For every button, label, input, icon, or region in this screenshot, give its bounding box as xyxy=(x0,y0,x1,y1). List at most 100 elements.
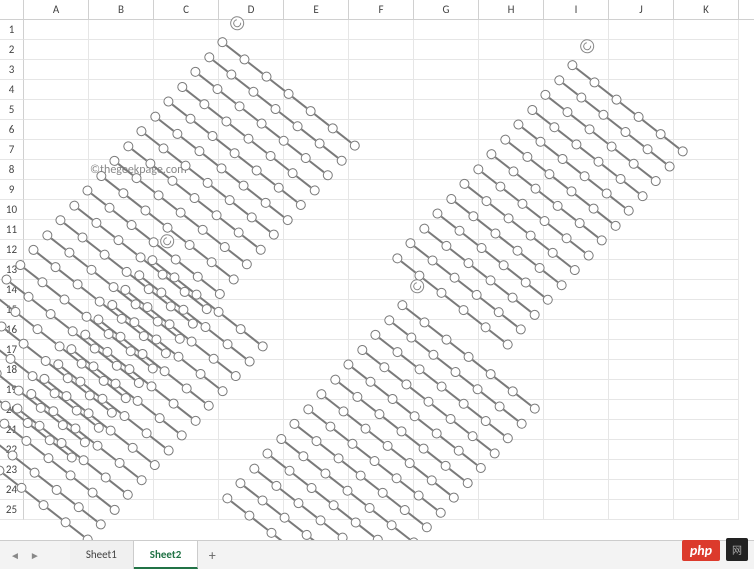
cell-H18[interactable] xyxy=(479,360,544,380)
cell-K5[interactable] xyxy=(674,100,739,120)
cell-C17[interactable] xyxy=(154,340,219,360)
cell-G15[interactable] xyxy=(414,300,479,320)
cell-B4[interactable] xyxy=(89,80,154,100)
cell-B13[interactable] xyxy=(89,260,154,280)
cell-E3[interactable] xyxy=(284,60,349,80)
cell-G3[interactable] xyxy=(414,60,479,80)
cell-K7[interactable] xyxy=(674,140,739,160)
cell-B3[interactable] xyxy=(89,60,154,80)
cell-I24[interactable] xyxy=(544,480,609,500)
cell-E22[interactable] xyxy=(284,440,349,460)
cell-H9[interactable] xyxy=(479,180,544,200)
cell-B6[interactable] xyxy=(89,120,154,140)
cell-D24[interactable] xyxy=(219,480,284,500)
cell-B18[interactable] xyxy=(89,360,154,380)
column-header-B[interactable]: B xyxy=(89,0,154,19)
cell-I13[interactable] xyxy=(544,260,609,280)
cell-G16[interactable] xyxy=(414,320,479,340)
cell-J9[interactable] xyxy=(609,180,674,200)
cell-E2[interactable] xyxy=(284,40,349,60)
cell-K11[interactable] xyxy=(674,220,739,240)
cell-F4[interactable] xyxy=(349,80,414,100)
cell-A22[interactable] xyxy=(24,440,89,460)
cell-I1[interactable] xyxy=(544,20,609,40)
cell-K6[interactable] xyxy=(674,120,739,140)
cell-A10[interactable] xyxy=(24,200,89,220)
cell-G11[interactable] xyxy=(414,220,479,240)
cell-I18[interactable] xyxy=(544,360,609,380)
cell-G20[interactable] xyxy=(414,400,479,420)
cell-F18[interactable] xyxy=(349,360,414,380)
column-header-D[interactable]: D xyxy=(219,0,284,19)
cell-D1[interactable] xyxy=(219,20,284,40)
cell-E15[interactable] xyxy=(284,300,349,320)
cell-J16[interactable] xyxy=(609,320,674,340)
cell-B8[interactable] xyxy=(89,160,154,180)
cell-C18[interactable] xyxy=(154,360,219,380)
cell-A2[interactable] xyxy=(24,40,89,60)
cell-B25[interactable] xyxy=(89,500,154,520)
cell-C21[interactable] xyxy=(154,420,219,440)
connector-line[interactable] xyxy=(359,525,374,537)
cell-B12[interactable] xyxy=(89,240,154,260)
cell-J4[interactable] xyxy=(609,80,674,100)
cell-C1[interactable] xyxy=(154,20,219,40)
cell-I20[interactable] xyxy=(544,400,609,420)
cell-H15[interactable] xyxy=(479,300,544,320)
cell-E17[interactable] xyxy=(284,340,349,360)
cell-J20[interactable] xyxy=(609,400,674,420)
cell-F5[interactable] xyxy=(349,100,414,120)
cell-G25[interactable] xyxy=(414,500,479,520)
cell-H4[interactable] xyxy=(479,80,544,100)
cell-H3[interactable] xyxy=(479,60,544,80)
cell-F2[interactable] xyxy=(349,40,414,60)
cell-E7[interactable] xyxy=(284,140,349,160)
cell-A24[interactable] xyxy=(24,480,89,500)
cell-K21[interactable] xyxy=(674,420,739,440)
cell-C13[interactable] xyxy=(154,260,219,280)
cell-E19[interactable] xyxy=(284,380,349,400)
cell-D19[interactable] xyxy=(219,380,284,400)
cell-C11[interactable] xyxy=(154,220,219,240)
cell-G7[interactable] xyxy=(414,140,479,160)
cell-A5[interactable] xyxy=(24,100,89,120)
cell-B24[interactable] xyxy=(89,480,154,500)
cell-K10[interactable] xyxy=(674,200,739,220)
cell-D9[interactable] xyxy=(219,180,284,200)
cell-K2[interactable] xyxy=(674,40,739,60)
cell-E5[interactable] xyxy=(284,100,349,120)
cell-A4[interactable] xyxy=(24,80,89,100)
cell-H11[interactable] xyxy=(479,220,544,240)
row-header-3[interactable]: 3 xyxy=(0,60,24,80)
cell-D6[interactable] xyxy=(219,120,284,140)
cell-B22[interactable] xyxy=(89,440,154,460)
cell-I8[interactable] xyxy=(544,160,609,180)
cell-C20[interactable] xyxy=(154,400,219,420)
connector-line[interactable] xyxy=(69,524,84,536)
cell-F14[interactable] xyxy=(349,280,414,300)
cell-J10[interactable] xyxy=(609,200,674,220)
cell-C12[interactable] xyxy=(154,240,219,260)
cell-D25[interactable] xyxy=(219,500,284,520)
cell-F1[interactable] xyxy=(349,20,414,40)
column-header-E[interactable]: E xyxy=(284,0,349,19)
cell-K23[interactable] xyxy=(674,460,739,480)
cell-G14[interactable] xyxy=(414,280,479,300)
cell-E18[interactable] xyxy=(284,360,349,380)
cell-K3[interactable] xyxy=(674,60,739,80)
cell-E12[interactable] xyxy=(284,240,349,260)
cell-J18[interactable] xyxy=(609,360,674,380)
row-header-22[interactable]: 22 xyxy=(0,440,24,460)
cell-F11[interactable] xyxy=(349,220,414,240)
cell-G2[interactable] xyxy=(414,40,479,60)
column-header-A[interactable]: A xyxy=(24,0,89,19)
cell-H13[interactable] xyxy=(479,260,544,280)
cell-J3[interactable] xyxy=(609,60,674,80)
cell-F20[interactable] xyxy=(349,400,414,420)
row-header-23[interactable]: 23 xyxy=(0,460,24,480)
cell-I23[interactable] xyxy=(544,460,609,480)
row-header-1[interactable]: 1 xyxy=(0,20,24,40)
cell-H14[interactable] xyxy=(479,280,544,300)
cell-I14[interactable] xyxy=(544,280,609,300)
row-header-6[interactable]: 6 xyxy=(0,120,24,140)
